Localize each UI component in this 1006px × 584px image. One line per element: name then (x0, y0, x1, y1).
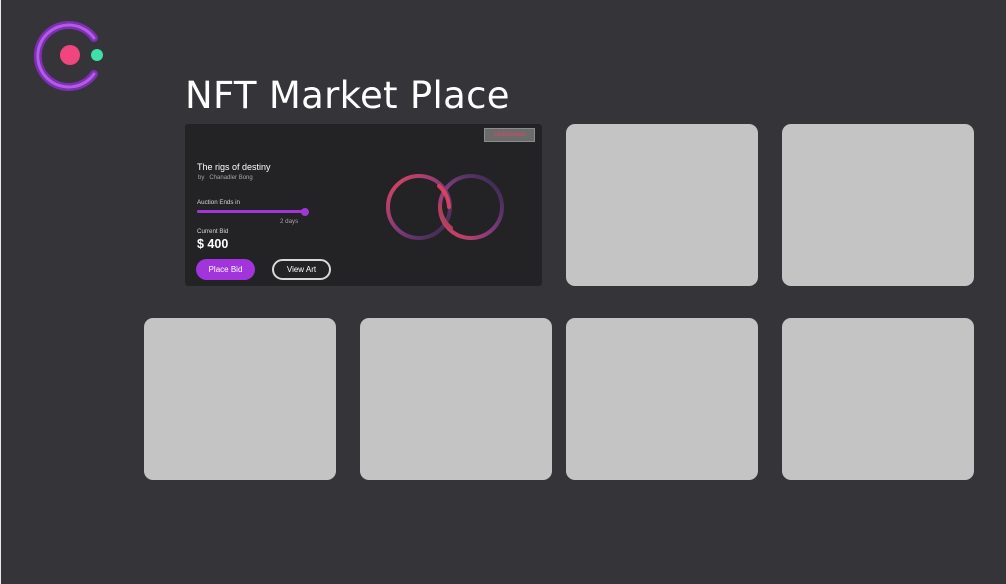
auction-progress-bar (197, 207, 309, 216)
time-left: 2 days (280, 218, 299, 225)
nft-card-placeholder[interactable] (144, 318, 336, 480)
art-author: by Chanadler Bong (198, 175, 253, 181)
view-art-button[interactable]: View Art (272, 259, 331, 280)
current-bid-value: $ 400 (197, 237, 229, 251)
page-title: NFT Market Place (185, 74, 510, 117)
current-bid-label: Current Bid (197, 228, 229, 235)
featured-nft-card[interactable]: Unfinished The rigs of destiny by Chanadl… (185, 124, 542, 286)
auction-progress-knob (301, 207, 309, 216)
nft-card-placeholder[interactable] (566, 318, 758, 480)
status-badge: Unfinished (484, 128, 535, 142)
art-title: The rigs of destiny (197, 162, 271, 172)
nft-card-placeholder[interactable] (360, 318, 552, 480)
author-prefix: by (198, 175, 205, 181)
auction-label: Auction Ends in (197, 199, 240, 206)
auction-progress-fill (197, 210, 305, 213)
nft-card-placeholder[interactable] (782, 124, 974, 286)
window-edge (0, 0, 1, 584)
place-bid-button[interactable]: Place Bid (196, 259, 255, 280)
nft-card-placeholder[interactable] (782, 318, 974, 480)
nft-card-placeholder[interactable] (566, 124, 758, 286)
brand-logo-icon[interactable] (30, 18, 106, 94)
linked-rings-art (381, 170, 511, 248)
author-name: Chanadler Bong (209, 175, 253, 181)
